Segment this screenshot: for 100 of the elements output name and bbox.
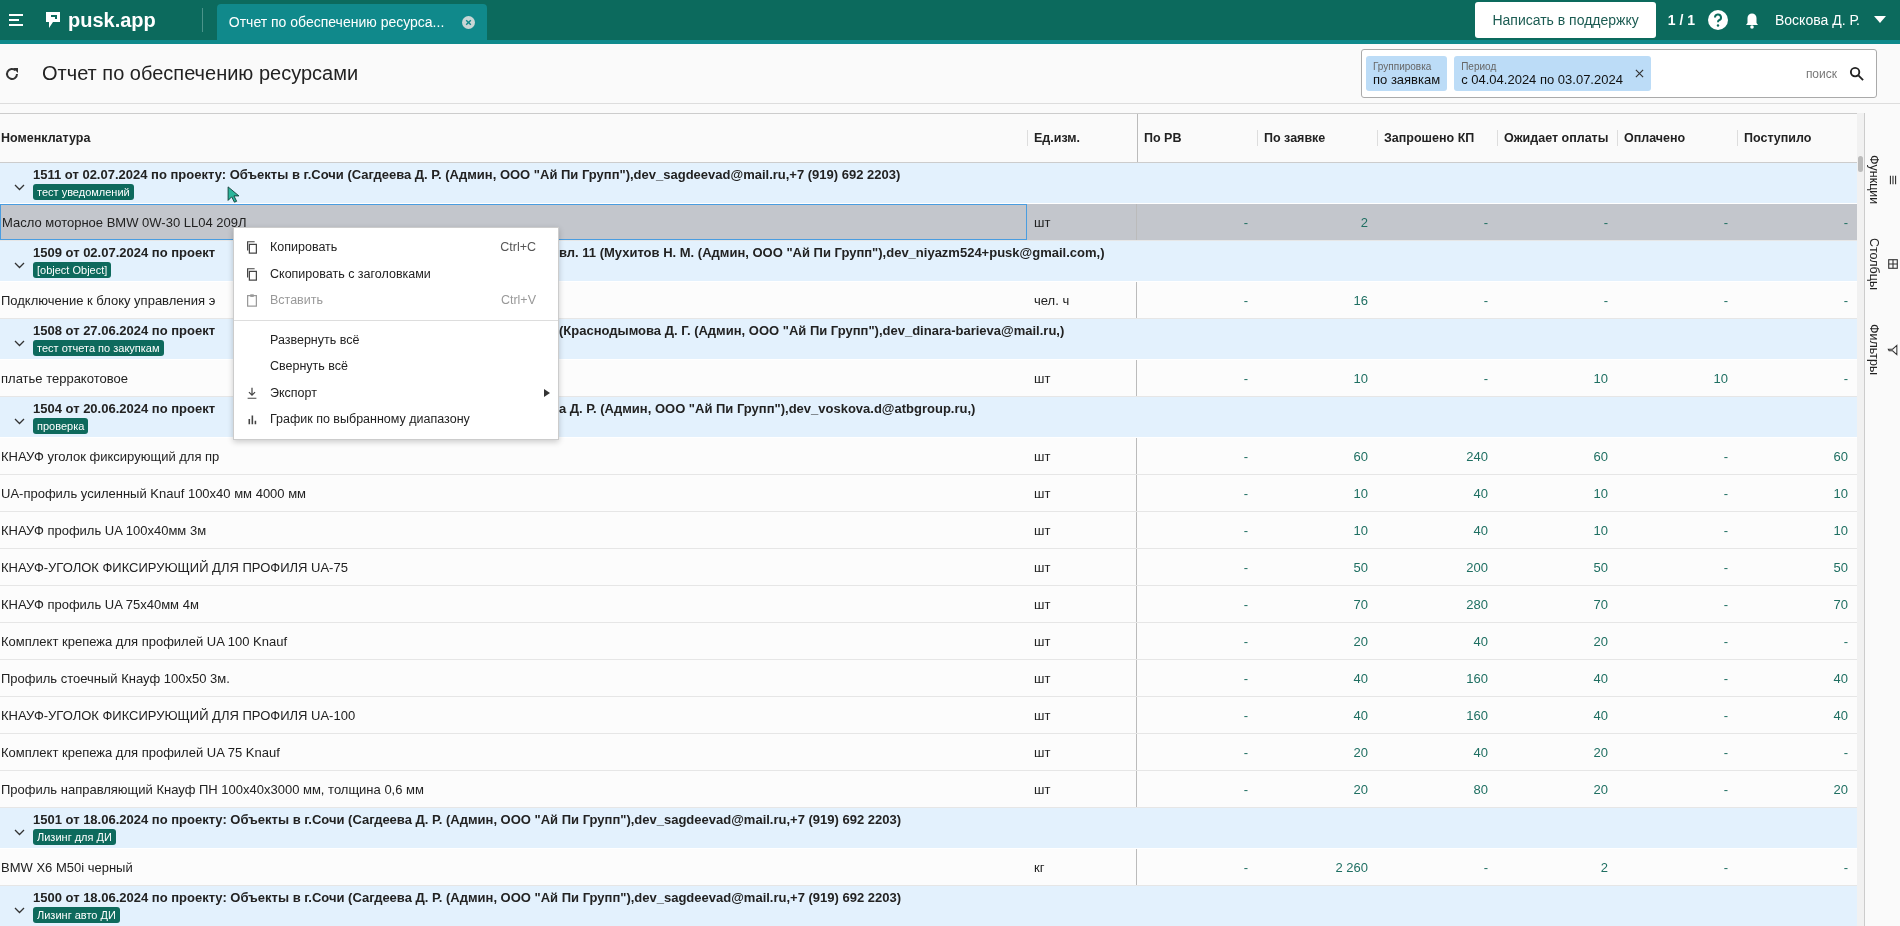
table-cell: 2 — [1600, 859, 1608, 875]
table-cell: 70 — [1833, 596, 1848, 612]
table-cell: 20 — [1353, 744, 1368, 760]
table-cell: 40 — [1473, 485, 1488, 501]
chevron-icon[interactable] — [14, 184, 25, 191]
table-row[interactable]: UA-профиль усиленный Knauf 100x40 мм 4000 мм шт - 10 40 10 - 10 — [0, 475, 1857, 512]
table-cell: - — [1723, 596, 1728, 612]
table-cell: 40 — [1833, 670, 1848, 686]
table-cell: шт — [1034, 522, 1051, 538]
table-cell: - — [1723, 485, 1728, 501]
table-cell: - — [1243, 633, 1248, 649]
table-cell: 20 — [1593, 744, 1608, 760]
menu-icon[interactable] — [8, 13, 24, 27]
column-header[interactable]: По заявке — [1264, 131, 1326, 145]
table-cell: - — [1243, 859, 1248, 875]
column-header[interactable]: По РВ — [1144, 131, 1182, 145]
table-cell: BMW X6 M50i черный — [1, 859, 133, 875]
menu-item[interactable]: График по выбранному диапазону — [234, 406, 558, 433]
group-title: 1504 от 20.06.2024 по проект — [33, 401, 216, 416]
table-cell: - — [1723, 448, 1728, 464]
chevron-icon[interactable] — [14, 418, 25, 425]
table-cell: шт — [1034, 670, 1051, 686]
group-row[interactable]: 1511 от 02.07.2024 по проекту: Объекты в г.Сочи (Сагдеева Д. Р. (Админ, ООО "Ай Пи Групп"),dev_sagdeevad@mail.ru,+7 (919) 692 2203) тест уведомлений — [0, 163, 1857, 204]
table-row[interactable]: BMW X6 M50i черный кг - 2 260 - 2 - - — [0, 849, 1857, 886]
table-row[interactable]: Профиль стоечный Кнауф 100x50 3м. шт - 40 160 40 - 40 — [0, 660, 1857, 697]
table-row[interactable]: Комплект крепежа для профилей UA 75 Knauf шт - 20 40 20 - - — [0, 734, 1857, 771]
column-header[interactable]: Оплачено — [1624, 131, 1686, 145]
table-cell: 10 — [1353, 522, 1368, 538]
document-tab[interactable]: Отчет по обеспечению ресурса... — [216, 4, 488, 40]
table-cell: кг — [1034, 859, 1045, 875]
table-cell: 40 — [1473, 633, 1488, 649]
table-row[interactable]: КНАУФ-УГОЛОК ФИКСИРУЮЩИЙ ДЛЯ ПРОФИЛЯ UA-75 шт - 50 200 50 - 50 — [0, 549, 1857, 586]
table-cell: 200 — [1466, 559, 1488, 575]
filter-chip[interactable]: Группировка по заявкам — [1366, 56, 1448, 91]
table-row[interactable]: КНАУФ профиль UA 100x40мм 3м шт - 10 40 10 - 10 — [0, 512, 1857, 549]
table-cell: 60 — [1593, 448, 1608, 464]
table-cell: - — [1243, 214, 1248, 230]
search-field[interactable]: поиск — [1795, 65, 1839, 82]
column-header[interactable]: Ед.изм. — [1034, 131, 1081, 145]
paste-icon — [245, 292, 259, 309]
chevron-icon[interactable] — [14, 340, 25, 347]
table-cell: - — [1723, 781, 1728, 797]
group-row[interactable]: 1500 от 18.06.2024 по проекту: Объекты в г.Сочи (Сагдеева Д. Р. (Админ, ООО "Ай Пи Групп"),dev_sagdeevad@mail.ru,+7 (919) 692 2203) Лизинг авто ДИ — [0, 886, 1857, 926]
table-cell: 60 — [1833, 448, 1848, 464]
table-cell: шт — [1034, 485, 1051, 501]
table-cell: - — [1483, 859, 1488, 875]
refresh-icon[interactable] — [4, 65, 20, 82]
close-icon[interactable] — [1634, 69, 1644, 78]
chevron-icon[interactable] — [14, 907, 25, 914]
support-button[interactable]: Написать в поддержку — [1475, 2, 1656, 38]
table-cell: платье терракотовое — [1, 370, 128, 386]
table-cell: шт — [1034, 370, 1051, 386]
column-header[interactable]: Номенклатура — [1, 131, 91, 145]
table-cell: Комплект крепежа для профилей UA 100 Knauf — [1, 633, 287, 649]
chevron-icon[interactable] — [14, 262, 25, 269]
group-row[interactable]: 1501 от 18.06.2024 по проекту: Объекты в г.Сочи (Сагдеева Д. Р. (Админ, ООО "Ай Пи Групп"),dev_sagdeevad@mail.ru,+7 (919) 692 2203) Лизинг для ДИ — [0, 808, 1857, 849]
table-cell: 50 — [1353, 559, 1368, 575]
group-tag: тест отчета по закупкам — [33, 340, 164, 356]
table-cell: 50 — [1593, 559, 1608, 575]
table-cell: 10 — [1593, 522, 1608, 538]
table-cell: - — [1603, 214, 1608, 230]
table-cell: - — [1723, 670, 1728, 686]
table-row[interactable]: КНАУФ-УГОЛОК ФИКСИРУЮЩИЙ ДЛЯ ПРОФИЛЯ UA-100 шт - 40 160 40 - 40 — [0, 697, 1857, 734]
filter-chip[interactable]: Период с 04.04.2024 по 03.07.2024 — [1454, 56, 1651, 91]
table-cell: 280 — [1466, 596, 1488, 612]
user-name[interactable]: Воскова Д. Р. — [1775, 12, 1860, 28]
column-header[interactable]: Ожидает оплаты — [1504, 131, 1609, 145]
table-cell: - — [1243, 781, 1248, 797]
group-title: 1509 от 02.07.2024 по проект — [33, 245, 216, 260]
caret-icon[interactable] — [1874, 16, 1886, 24]
side-panel-tab[interactable]: Фильтры — [1866, 324, 1899, 376]
table-row[interactable]: КНАУФ профиль UA 75x40мм 4м шт - 70 280 70 - 70 — [0, 586, 1857, 623]
side-panel-tab[interactable]: Столбцы — [1866, 238, 1899, 291]
column-header[interactable]: Запрошено КП — [1384, 131, 1475, 145]
table-row[interactable]: КНАУФ уголок фиксирующий для пр шт - 60 240 60 - 60 — [0, 438, 1857, 475]
table-cell: 10 — [1833, 485, 1848, 501]
table-cell: - — [1483, 214, 1488, 230]
group-title: 1508 от 27.06.2024 по проект — [33, 323, 216, 338]
table-cell: - — [1843, 859, 1848, 875]
table-row[interactable]: Комплект крепежа для профилей UA 100 Knauf шт - 20 40 20 - - — [0, 623, 1857, 660]
table-cell: 20 — [1353, 781, 1368, 797]
table-cell: - — [1723, 633, 1728, 649]
side-panel-tab[interactable]: Функции — [1866, 155, 1899, 205]
menu-item[interactable]: Развернуть всё — [234, 326, 558, 353]
search-icon[interactable] — [1849, 66, 1864, 81]
group-title: (Краснодымова Д. Г. (Админ, ООО "Ай Пи Групп"),dev_dinara-barieva@mail.ru,) — [559, 323, 1065, 338]
table-cell: - — [1723, 292, 1728, 308]
table-cell: - — [1723, 214, 1728, 230]
table-cell: 2 260 — [1335, 859, 1368, 875]
table-row[interactable]: Профиль направляющий Кнауф ПН 100x40x3000 мм, толщина 0,6 мм шт - 20 80 20 - 20 — [0, 771, 1857, 808]
table-cell: - — [1723, 707, 1728, 723]
table-cell: 16 — [1353, 292, 1368, 308]
scrollbar[interactable] — [1857, 113, 1864, 926]
table-cell: 80 — [1473, 781, 1488, 797]
table-cell: 70 — [1593, 596, 1608, 612]
table-cell: 70 — [1353, 596, 1368, 612]
chevron-icon[interactable] — [14, 829, 25, 836]
help-icon[interactable] — [1707, 9, 1729, 31]
column-header[interactable]: Поступило — [1744, 131, 1812, 145]
table-row[interactable]: Масло моторное BMW 0W-30 LL04 209Л шт - 2 - - - - — [0, 204, 1857, 241]
